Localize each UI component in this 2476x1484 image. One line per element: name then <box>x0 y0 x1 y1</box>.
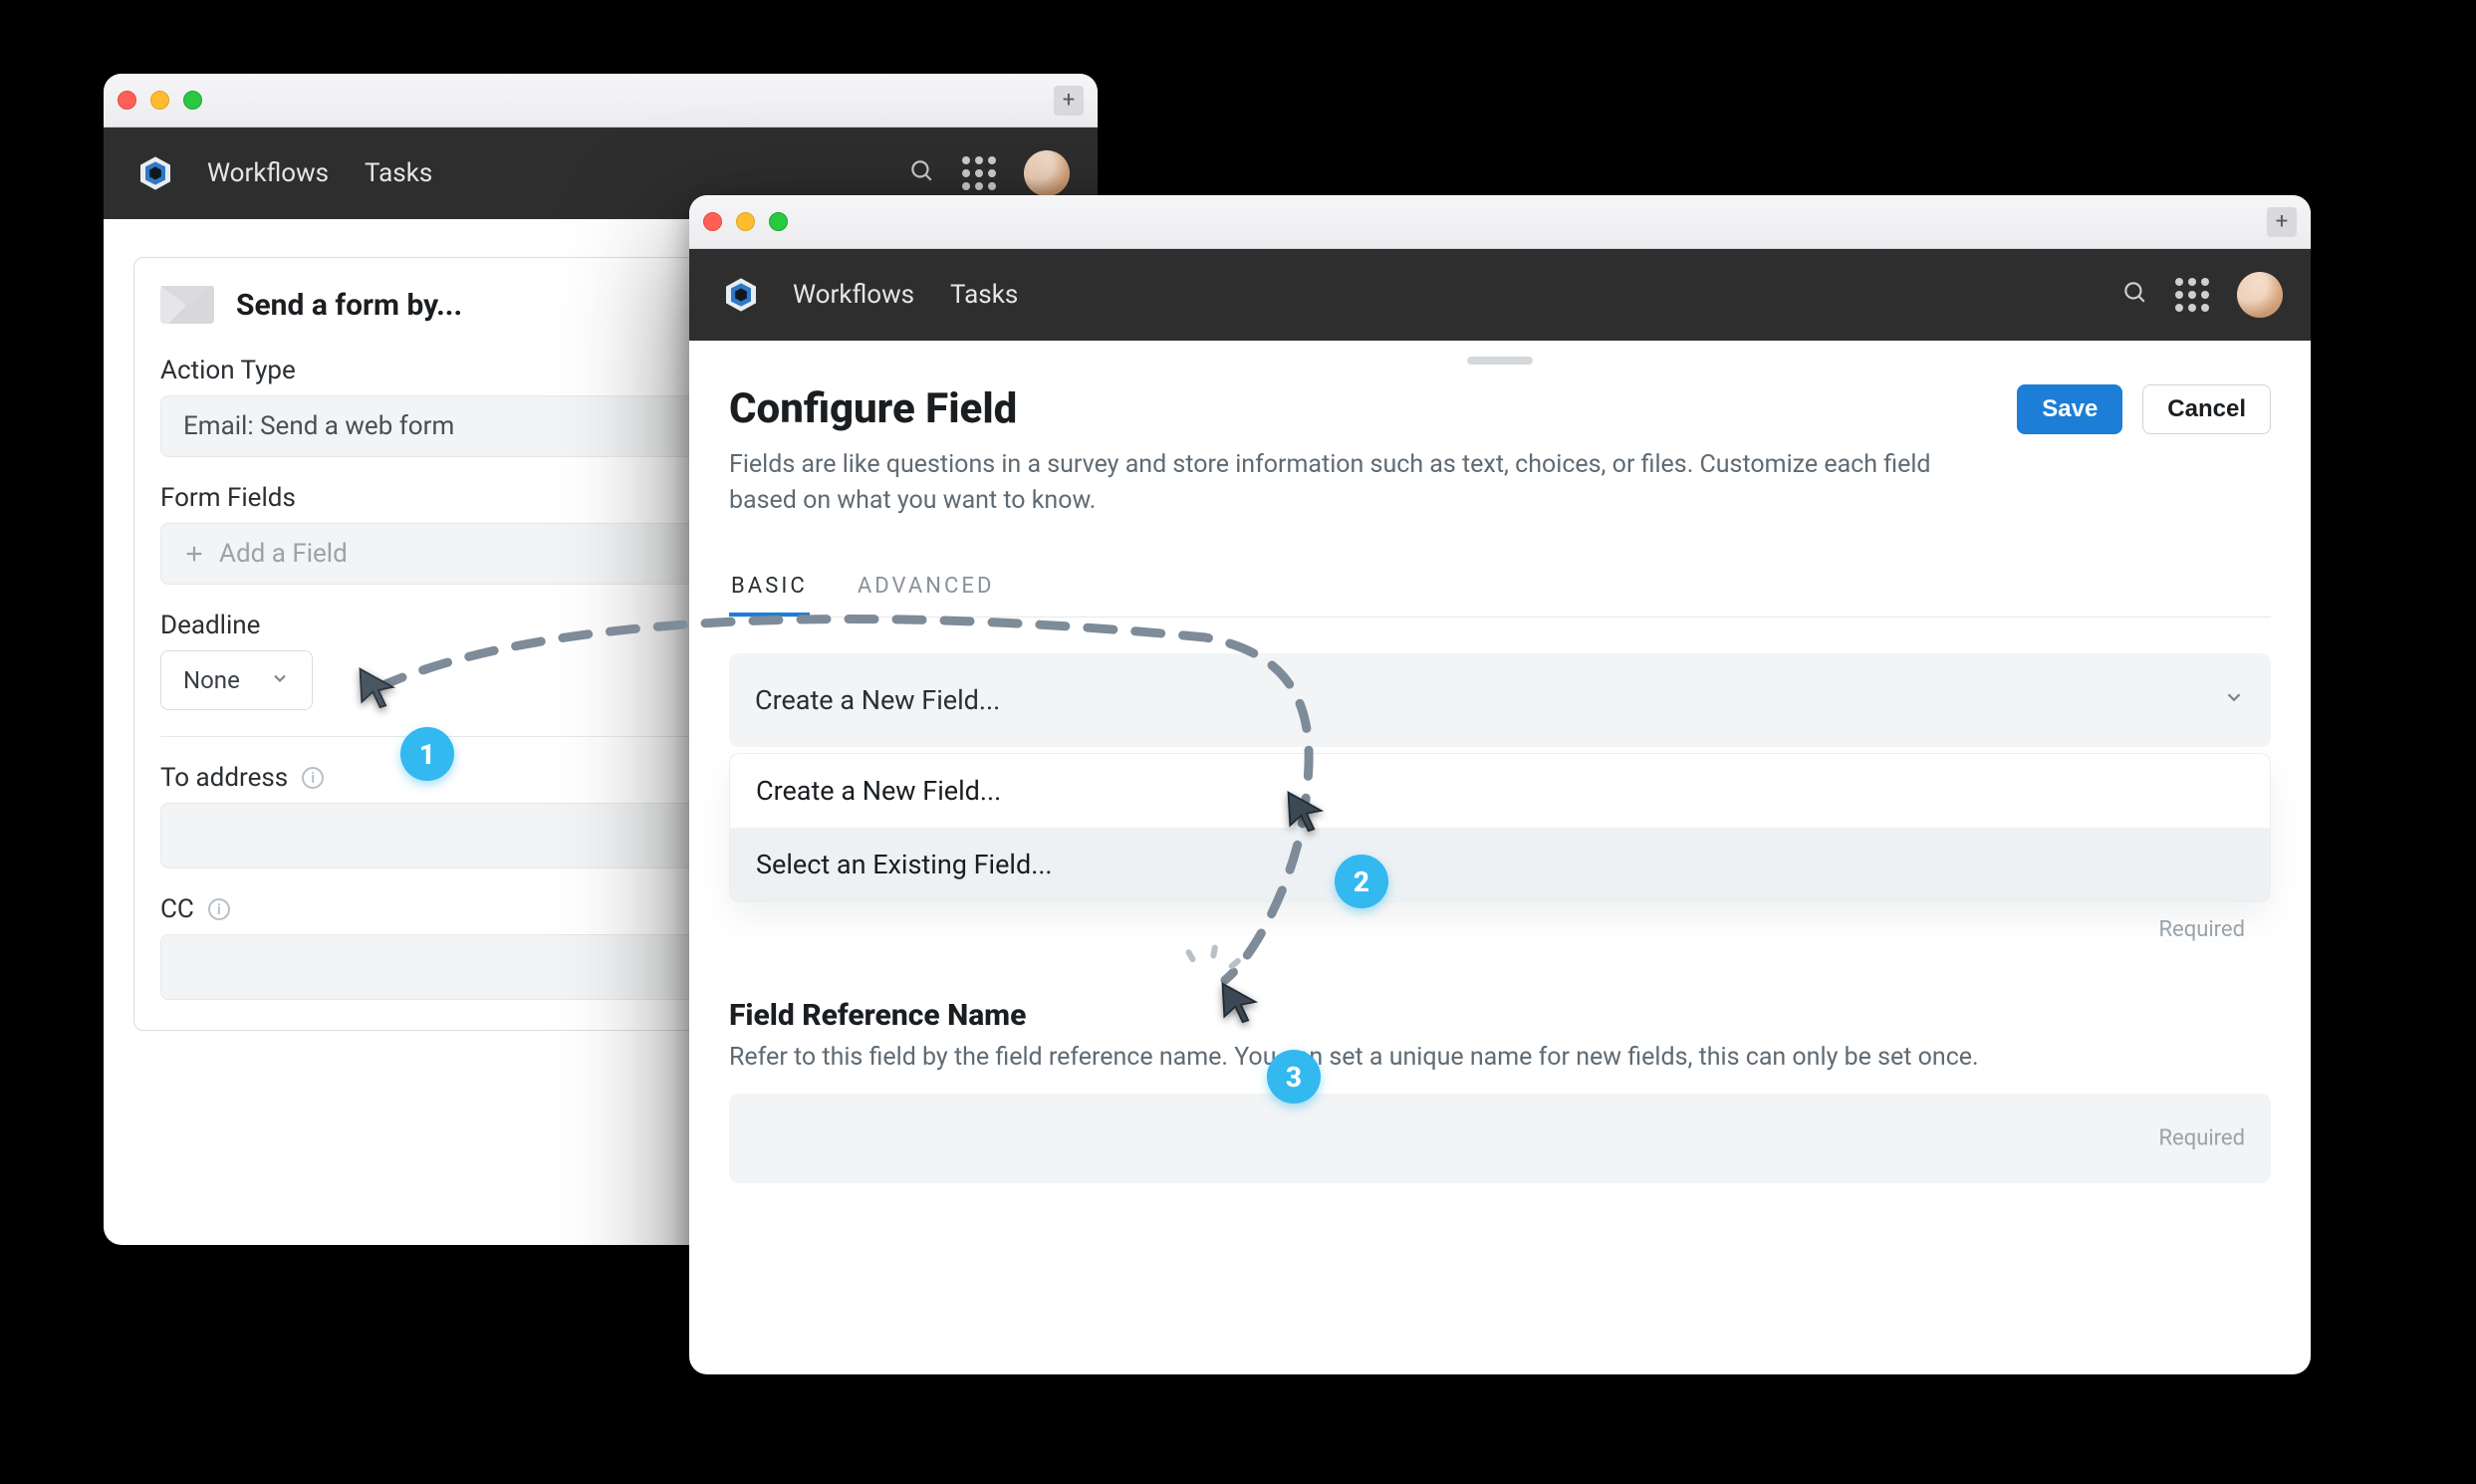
window-controls <box>118 91 202 110</box>
titlebar: + <box>689 195 2311 249</box>
plus-icon <box>183 543 205 565</box>
field-ref-input[interactable]: Required <box>729 1094 2271 1183</box>
info-icon[interactable]: i <box>208 898 230 920</box>
to-address-label: To address <box>160 763 288 793</box>
minimize-icon[interactable] <box>736 212 755 231</box>
apps-grid-icon[interactable] <box>2175 278 2209 312</box>
cancel-button[interactable]: Cancel <box>2142 384 2271 434</box>
field-source-menu: Create a New Field... Select an Existing… <box>729 753 2271 902</box>
field-config-tabs: BASIC ADVANCED <box>729 560 2271 618</box>
chevron-down-icon <box>2223 685 2245 715</box>
nav-workflows[interactable]: Workflows <box>207 158 329 188</box>
required-hint: Required <box>2158 917 2245 942</box>
tab-advanced[interactable]: ADVANCED <box>856 560 997 617</box>
maximize-icon[interactable] <box>183 91 202 110</box>
apps-grid-icon[interactable] <box>962 156 996 190</box>
field-source-select[interactable]: Create a New Field... <box>729 653 2271 747</box>
deadline-select[interactable]: None <box>160 650 313 710</box>
plus-icon: + <box>1063 90 1075 112</box>
nav-tasks[interactable]: Tasks <box>365 158 432 188</box>
action-title: Send a form by... <box>236 288 462 323</box>
mail-icon <box>160 286 214 324</box>
maximize-icon[interactable] <box>769 212 788 231</box>
new-tab-button[interactable]: + <box>1054 86 1084 116</box>
close-icon[interactable] <box>703 212 722 231</box>
required-hint: Required <box>2158 1125 2245 1150</box>
field-ref-description: Refer to this field by the field referen… <box>729 1043 2271 1072</box>
window-controls <box>703 212 788 231</box>
add-field-label: Add a Field <box>219 539 348 569</box>
search-icon[interactable] <box>908 157 934 190</box>
appbar: Workflows Tasks <box>689 249 2311 341</box>
nav-tasks[interactable]: Tasks <box>950 280 1018 310</box>
window-configure-field: + Workflows Tasks Configure Field <box>689 195 2311 1374</box>
drag-handle[interactable] <box>1467 357 1533 365</box>
new-tab-button[interactable]: + <box>2267 207 2297 237</box>
tab-basic[interactable]: BASIC <box>729 560 810 617</box>
deadline-value: None <box>183 666 240 694</box>
avatar[interactable] <box>1024 150 1070 196</box>
plus-icon: + <box>2276 211 2288 233</box>
chevron-down-icon <box>270 666 290 694</box>
menu-item-select-existing[interactable]: Select an Existing Field... <box>730 828 2270 901</box>
app-logo[interactable] <box>717 271 765 319</box>
field-ref-title: Field Reference Name <box>729 998 2271 1033</box>
save-button[interactable]: Save <box>2017 384 2122 434</box>
sheet-title: Configure Field <box>729 384 1944 433</box>
cc-label: CC <box>160 894 194 924</box>
field-source-value: Create a New Field... <box>755 684 1000 716</box>
close-icon[interactable] <box>118 91 136 110</box>
minimize-icon[interactable] <box>150 91 169 110</box>
nav-workflows[interactable]: Workflows <box>793 280 914 310</box>
menu-item-create-new[interactable]: Create a New Field... <box>730 754 2270 828</box>
app-logo[interactable] <box>131 149 179 197</box>
avatar[interactable] <box>2237 272 2283 318</box>
titlebar: + <box>104 74 1098 127</box>
search-icon[interactable] <box>2121 279 2147 312</box>
sheet-description: Fields are like questions in a survey an… <box>729 447 1944 520</box>
info-icon[interactable]: i <box>302 767 324 789</box>
